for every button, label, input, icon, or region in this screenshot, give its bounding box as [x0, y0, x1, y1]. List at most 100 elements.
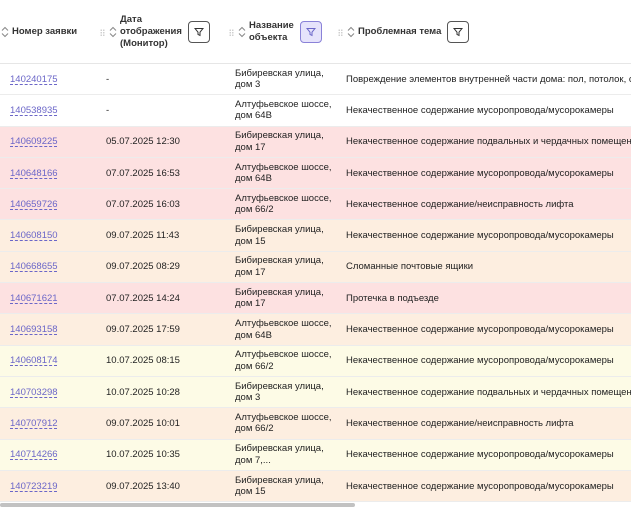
table-header: Номер заявки Дата отображения (Монитор) … [0, 0, 631, 64]
object-name-cell: Алтуфьевское шоссе, дом 66/2 [235, 349, 332, 372]
drag-handle-icon[interactable] [100, 28, 105, 36]
display-date-cell: 07.07.2025 16:03 [106, 198, 180, 210]
request-number-link[interactable]: 140659726 [10, 199, 58, 210]
object-name-cell: Алтуфьевское шоссе, дом 66/2 [235, 192, 332, 216]
table-row[interactable]: 140240175 - Бибиревская улица, дом 3 Повреж… [0, 64, 631, 96]
table-row[interactable]: 140714266 10.07.2025 10:35 Бибиревская ули… [0, 439, 631, 471]
filter-icon [453, 28, 464, 37]
problem-topic-cell: Некачественное содержание мусоропровода/… [346, 355, 614, 367]
column-title: Номер заявки [12, 26, 78, 37]
horizontal-scrollbar[interactable] [0, 503, 355, 507]
table-row[interactable]: 140668655 09.07.2025 08:29 Бибиревская ули… [0, 251, 631, 284]
display-date-cell: - [106, 104, 110, 116]
display-date-cell: 09.07.2025 13:40 [106, 480, 180, 492]
object-name-cell: Бибиревская улица, дом 17 [235, 255, 324, 278]
table-row[interactable]: 140723219 09.07.2025 13:40 Бибиревская ули… [0, 470, 631, 503]
requests-table: Номер заявки Дата отображения (Монитор) … [0, 0, 631, 503]
object-name-cell: Бибиревская улица, дом 17 [235, 286, 324, 310]
column-title: Проблемная тема [358, 26, 442, 37]
table-row[interactable]: 140608150 09.07.2025 11:43 Бибиревская ули… [0, 220, 631, 252]
request-number-link[interactable]: 140609225 [10, 136, 58, 147]
table-row[interactable]: 140608174 10.07.2025 08:15 Алтуфьевское шо… [0, 345, 631, 377]
request-number-cell: 140671621 [10, 283, 100, 313]
table-row[interactable]: 140707912 09.07.2025 10:01 Алтуфьевское шо… [0, 408, 631, 440]
object-name-cell: Алтуфьевское шоссе, дом 64В [235, 318, 332, 341]
problem-topic-cell: Повреждение элементов внутренней части д… [346, 73, 631, 85]
problem-topic-cell: Некачественное содержание/неисправность … [346, 417, 574, 429]
problem-topic-cell: Некачественное содержание/неисправность … [346, 198, 574, 210]
object-name-cell: Бибиревская улица, дом 17 [235, 130, 324, 153]
request-number-cell: 140608150 [10, 220, 100, 250]
filter-button-active[interactable] [299, 21, 322, 43]
request-number-cell: 140538935 [10, 95, 100, 125]
display-date-cell: 09.07.2025 08:29 [106, 261, 180, 273]
request-number-cell: 140240175 [10, 64, 100, 94]
filter-button[interactable] [187, 21, 210, 43]
column-header-problem-topic[interactable]: Проблемная тема [338, 0, 470, 64]
problem-topic-cell: Некачественное содержание мусоропровода/… [346, 449, 614, 461]
sort-icon[interactable] [0, 26, 9, 38]
display-date-cell: 05.07.2025 12:30 [106, 136, 180, 148]
display-date-cell: 10.07.2025 10:35 [106, 449, 180, 461]
object-name-cell: Алтуфьевское шоссе, дом 66/2 [235, 411, 332, 435]
request-number-link[interactable]: 140693158 [10, 324, 58, 335]
object-name-cell: Бибиревская улица, дом 7,... [235, 443, 324, 466]
display-date-cell: 10.07.2025 10:28 [106, 386, 180, 398]
problem-topic-cell: Некачественное содержание подвальных и ч… [346, 386, 631, 398]
table-row[interactable]: 140659726 07.07.2025 16:03 Алтуфьевское шо… [0, 189, 631, 221]
request-number-link[interactable]: 140707912 [10, 418, 58, 429]
display-date-cell: - [106, 73, 110, 85]
problem-topic-cell: Некачественное содержание мусоропровода/… [346, 104, 614, 116]
request-number-link[interactable]: 140538935 [10, 105, 58, 116]
table-row[interactable]: 140671621 07.07.2025 14:24 Бибиревская ули… [0, 283, 631, 315]
display-date-cell: 09.07.2025 10:01 [106, 417, 180, 429]
object-name-cell: Алтуфьевское шоссе, дом 64В [235, 98, 332, 122]
request-number-link[interactable]: 140240175 [10, 74, 58, 85]
problem-topic-cell: Некачественное содержание подвальных и ч… [346, 136, 631, 148]
request-number-link[interactable]: 140608150 [10, 230, 58, 241]
display-date-cell: 10.07.2025 08:15 [106, 355, 180, 367]
sort-icon[interactable] [237, 26, 246, 38]
request-number-link[interactable]: 140668655 [10, 261, 58, 272]
problem-topic-cell: Сломанные почтовые ящики [346, 261, 474, 273]
request-number-cell: 140609225 [10, 127, 100, 157]
column-title: Дата отображения (Монитор) [120, 14, 182, 49]
table-row[interactable]: 140693158 09.07.2025 17:59 Алтуфьевское шо… [0, 314, 631, 346]
request-number-link[interactable]: 140608174 [10, 355, 58, 366]
request-number-cell: 140648166 [10, 158, 100, 188]
request-number-cell: 140703298 [10, 377, 100, 407]
drag-handle-icon[interactable] [338, 28, 343, 36]
table-row[interactable]: 140538935 - Алтуфьевское шоссе, дом 64В Нек… [0, 95, 631, 127]
problem-topic-cell: Некачественное содержание мусоропровода/… [346, 230, 614, 242]
request-number-cell: 140714266 [10, 440, 100, 470]
table-body: 140240175 - Бибиревская улица, дом 3 Повреж… [0, 64, 631, 503]
request-number-link[interactable]: 140671621 [10, 293, 58, 304]
request-number-link[interactable]: 140703298 [10, 387, 58, 398]
request-number-link[interactable]: 140714266 [10, 449, 58, 460]
request-number-cell: 140693158 [10, 314, 100, 344]
object-name-cell: Бибиревская улица, дом 15 [235, 474, 324, 498]
problem-topic-cell: Некачественное содержание мусоропровода/… [346, 480, 614, 492]
request-number-cell: 140659726 [10, 189, 100, 219]
problem-topic-cell: Протечка в подъезде [346, 292, 439, 304]
object-name-cell: Бибиревская улица, дом 3 [235, 380, 324, 404]
table-row[interactable]: 140648166 07.07.2025 16:53 Алтуфьевское шо… [0, 157, 631, 190]
filter-button[interactable] [447, 21, 470, 43]
drag-handle-icon[interactable] [229, 28, 234, 36]
display-date-cell: 07.07.2025 16:53 [106, 167, 180, 179]
table-row[interactable]: 140609225 05.07.2025 12:30 Бибиревская ули… [0, 126, 631, 158]
object-name-cell: Бибиревская улица, дом 15 [235, 224, 324, 247]
sort-icon[interactable] [108, 26, 117, 38]
sort-icon[interactable] [346, 26, 355, 38]
display-date-cell: 07.07.2025 14:24 [106, 292, 180, 304]
column-header-request-number[interactable]: Номер заявки [0, 0, 77, 64]
table-row[interactable]: 140703298 10.07.2025 10:28 Бибиревская ули… [0, 376, 631, 409]
column-header-display-date[interactable]: Дата отображения (Монитор) [100, 0, 210, 64]
column-title: Название объекта [249, 20, 294, 43]
filter-icon [305, 28, 316, 37]
request-number-link[interactable]: 140648166 [10, 168, 58, 179]
column-header-object-name[interactable]: Название объекта [229, 0, 322, 64]
object-name-cell: Алтуфьевское шоссе, дом 64В [235, 161, 332, 185]
request-number-link[interactable]: 140723219 [10, 481, 58, 492]
request-number-cell: 140707912 [10, 408, 100, 438]
